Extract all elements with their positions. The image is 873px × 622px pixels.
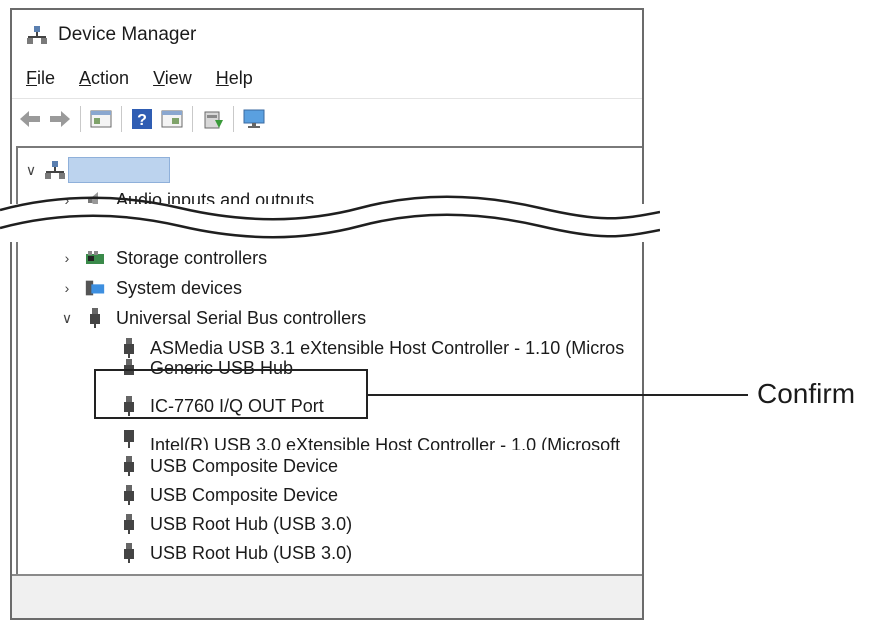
toolbar: ? xyxy=(12,98,642,139)
tree-label: USB Composite Device xyxy=(150,455,339,476)
tree-item-system[interactable]: › System devices xyxy=(60,274,242,302)
menu-view[interactable]: View xyxy=(153,68,192,89)
usb-plug-icon xyxy=(84,307,106,329)
usb-device-row[interactable]: USB Root Hub (USB 3.0) xyxy=(118,510,352,538)
computer-icon xyxy=(44,159,66,181)
scan-hardware-icon[interactable] xyxy=(242,107,266,131)
usb-device-row[interactable]: Intel(R) USB 3.0 eXtensible Host Control… xyxy=(118,428,620,450)
tree-root[interactable]: ∨ xyxy=(24,156,170,184)
device-manager-window: Device Manager File Action View Help ? ∨… xyxy=(10,8,644,620)
tree-item-usb-controllers[interactable]: ∨ Universal Serial Bus controllers xyxy=(60,304,366,332)
usb-device-row[interactable]: USB Composite Device xyxy=(118,481,338,509)
forward-arrow-icon[interactable] xyxy=(48,107,72,131)
usb-plug-icon xyxy=(118,542,140,564)
device-manager-app-icon xyxy=(27,26,47,44)
menu-action[interactable]: Action xyxy=(79,68,129,89)
svg-text:?: ? xyxy=(137,112,147,129)
highlight-box-ic7760 xyxy=(94,369,368,419)
usb-plug-icon xyxy=(118,513,140,535)
title-bar: Device Manager xyxy=(12,10,642,60)
show-hidden-icon[interactable] xyxy=(160,107,184,131)
chevron-down-icon[interactable]: ∨ xyxy=(24,162,38,179)
usb-device-row[interactable]: USB Root Hub (USB 3.0) xyxy=(118,539,352,567)
tree-label: USB Composite Device xyxy=(150,484,339,505)
toolbar-separator xyxy=(121,106,122,132)
usb-plug-icon xyxy=(118,455,140,477)
usb-plug-icon xyxy=(118,484,140,506)
menu-file[interactable]: File xyxy=(26,68,55,89)
toolbar-separator xyxy=(80,106,81,132)
tree-label: Intel(R) USB 3.0 eXtensible Host Control… xyxy=(150,435,621,450)
callout-label: Confirm xyxy=(757,378,856,409)
chevron-down-icon[interactable]: ∨ xyxy=(60,310,74,327)
system-devices-icon xyxy=(84,277,106,299)
tree-label: ASMedia USB 3.1 eXtensible Host Controll… xyxy=(150,337,625,358)
status-bar xyxy=(12,574,642,618)
back-arrow-icon[interactable] xyxy=(18,107,42,131)
tree-label: USB Root Hub (USB 3.0) xyxy=(150,542,353,563)
update-driver-icon[interactable] xyxy=(201,107,225,131)
usb-plug-icon xyxy=(118,337,140,359)
tree-label: Universal Serial Bus controllers xyxy=(116,307,367,328)
window-title: Device Manager xyxy=(58,24,197,45)
menu-help[interactable]: Help xyxy=(216,68,253,89)
toolbar-separator xyxy=(233,106,234,132)
chevron-right-icon[interactable]: › xyxy=(60,280,74,296)
tree-label: USB Root Hub (USB 3.0) xyxy=(150,513,353,534)
omission-break-wave xyxy=(0,195,660,239)
toolbar-separator xyxy=(192,106,193,132)
usb-device-row[interactable]: USB Composite Device xyxy=(118,452,338,480)
help-icon[interactable]: ? xyxy=(130,107,154,131)
menu-bar: File Action View Help xyxy=(12,63,263,93)
tree-label: System devices xyxy=(116,277,243,298)
computer-name-selected[interactable] xyxy=(68,157,170,183)
callout-leader-line xyxy=(368,394,748,396)
properties-icon[interactable] xyxy=(89,107,113,131)
usb-plug-icon xyxy=(118,428,140,450)
